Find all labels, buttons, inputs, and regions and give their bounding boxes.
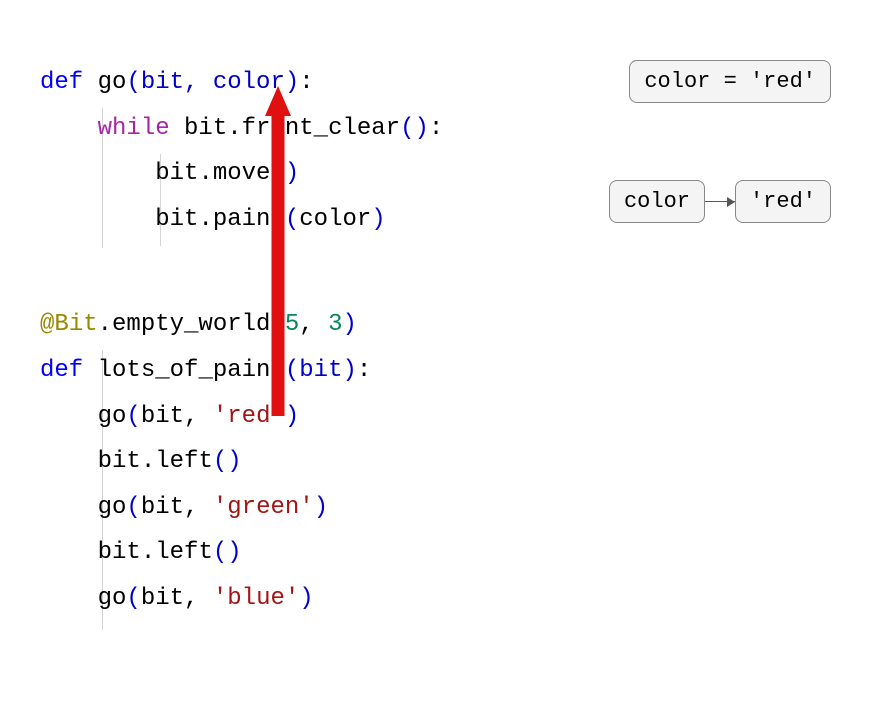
- open-paren: (: [285, 206, 299, 233]
- func-name: lots_of_paint: [98, 357, 285, 384]
- string: 'green': [213, 494, 314, 521]
- close-paren: ): [299, 585, 313, 612]
- method: left: [155, 539, 213, 566]
- keyword-def: def: [40, 69, 83, 96]
- dot: .: [227, 115, 241, 142]
- keyword-def: def: [40, 357, 83, 384]
- params: (bit, color): [126, 69, 299, 96]
- var: bit: [184, 115, 227, 142]
- open-paren: (: [270, 311, 284, 338]
- code-line: bit.left(): [40, 530, 839, 576]
- arg: bit: [141, 403, 184, 430]
- comma: ,: [299, 311, 328, 338]
- call: go: [98, 403, 127, 430]
- parens: (): [213, 448, 242, 475]
- close-paren: ): [314, 494, 328, 521]
- func-name: go: [98, 69, 127, 96]
- var: bit: [155, 206, 198, 233]
- dot: .: [141, 539, 155, 566]
- code-block-2: @Bit.empty_world(5, 3) def lots_of_paint…: [40, 302, 839, 621]
- open-paren: (: [126, 494, 140, 521]
- decorator-name: empty_world: [112, 311, 270, 338]
- close-paren: ): [371, 206, 385, 233]
- string: 'red': [213, 403, 285, 430]
- code-line: go(bit, 'green'): [40, 485, 839, 531]
- dot: .: [198, 160, 212, 187]
- code-line: bit.left(): [40, 439, 839, 485]
- box-text: color = 'red': [629, 60, 831, 103]
- open-paren: (: [126, 585, 140, 612]
- colon: :: [429, 115, 443, 142]
- open-paren: (: [126, 403, 140, 430]
- keyword-while: while: [98, 115, 170, 142]
- var: bit: [98, 539, 141, 566]
- arg: color: [299, 206, 371, 233]
- parens: (): [400, 115, 429, 142]
- decorator-at: @Bit: [40, 311, 98, 338]
- dot: .: [141, 448, 155, 475]
- arg: bit: [141, 585, 184, 612]
- assignment-box: color = 'red': [629, 60, 831, 103]
- method: front_clear: [242, 115, 400, 142]
- arrow-connector: [705, 201, 735, 203]
- arg: bit: [141, 494, 184, 521]
- close-paren: ): [285, 403, 299, 430]
- code-line: go(bit, 'blue'): [40, 576, 839, 622]
- var-box: color: [609, 180, 705, 223]
- method: left: [155, 448, 213, 475]
- comma: ,: [184, 403, 213, 430]
- dot: .: [98, 311, 112, 338]
- value-box: 'red': [735, 180, 831, 223]
- call: go: [98, 585, 127, 612]
- params: (bit): [285, 357, 357, 384]
- code-line: go(bit, 'red'): [40, 394, 839, 440]
- string: 'blue': [213, 585, 299, 612]
- dot: .: [198, 206, 212, 233]
- call: go: [98, 494, 127, 521]
- number: 3: [328, 311, 342, 338]
- var: bit: [98, 448, 141, 475]
- parens: (): [213, 539, 242, 566]
- var: bit: [155, 160, 198, 187]
- comma: ,: [184, 585, 213, 612]
- parens: (): [270, 160, 299, 187]
- code-line: def lots_of_paint(bit):: [40, 348, 839, 394]
- method: paint: [213, 206, 285, 233]
- binding-diagram: color 'red': [609, 180, 831, 223]
- colon: :: [299, 69, 313, 96]
- code-line: @Bit.empty_world(5, 3): [40, 302, 839, 348]
- method: move: [213, 160, 271, 187]
- colon: :: [357, 357, 371, 384]
- number: 5: [285, 311, 299, 338]
- code-line: while bit.front_clear():: [40, 106, 839, 152]
- comma: ,: [184, 494, 213, 521]
- close-paren: ): [342, 311, 356, 338]
